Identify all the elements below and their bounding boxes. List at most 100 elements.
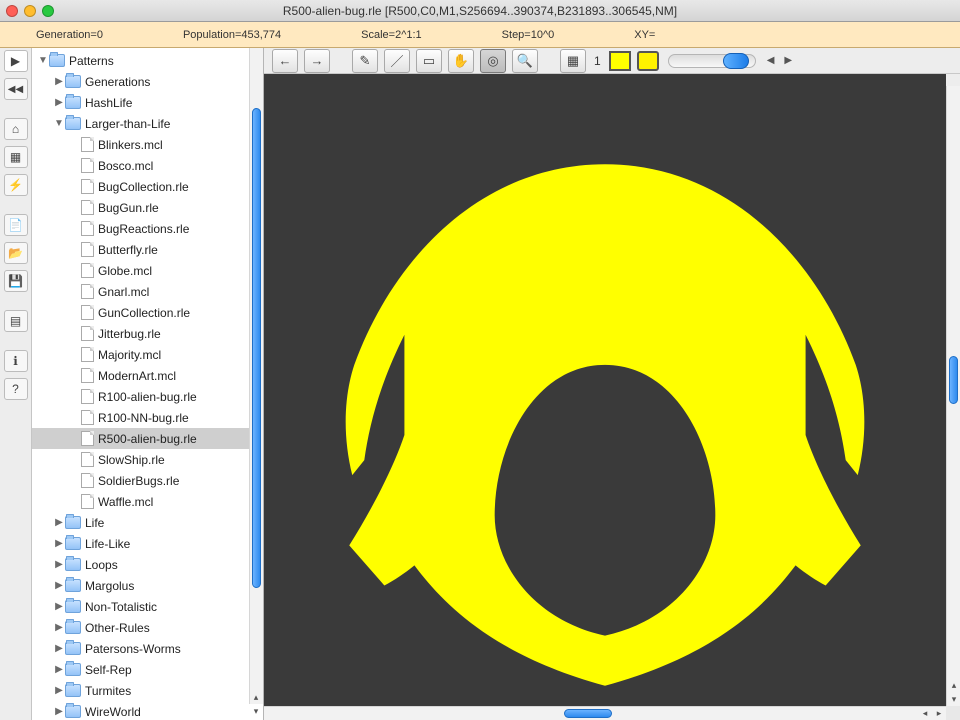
disclosure-icon[interactable]: ▶ [54, 517, 64, 528]
tree-folder[interactable]: ▼ Patterns [32, 50, 263, 71]
tree-file[interactable]: GunCollection.rle [32, 302, 263, 323]
tree-file[interactable]: SoldierBugs.rle [32, 470, 263, 491]
tree-file[interactable]: BugReactions.rle [32, 218, 263, 239]
tree-item-label: Butterfly.rle [98, 243, 158, 257]
pencil-tool-button[interactable]: ✎ [352, 49, 378, 73]
scroll-down-icon[interactable]: ▾ [249, 704, 263, 718]
canvas-vscroll-thumb[interactable] [949, 356, 958, 404]
tree-folder[interactable]: ▶Self-Rep [32, 659, 263, 680]
grid-button[interactable]: ▦ [4, 146, 28, 168]
canvas-scroll-left-icon[interactable]: ◂ [918, 706, 932, 720]
tree-file[interactable]: Butterfly.rle [32, 239, 263, 260]
file-icon [81, 200, 94, 215]
canvas-scroll-up-icon[interactable]: ▴ [947, 678, 960, 692]
disclosure-icon[interactable]: ▼ [38, 55, 48, 66]
tree-folder[interactable]: ▶Turmites [32, 680, 263, 701]
tree-file[interactable]: SlowShip.rle [32, 449, 263, 470]
canvas-scroll-down-icon[interactable]: ▾ [947, 692, 960, 706]
tree-folder[interactable]: ▶Generations [32, 71, 263, 92]
tree-file[interactable]: BugGun.rle [32, 197, 263, 218]
disclosure-icon[interactable]: ▼ [54, 118, 64, 129]
tree-folder[interactable]: ▶Life-Like [32, 533, 263, 554]
canvas-vscrollbar[interactable]: ▴ ▾ [946, 86, 960, 706]
pattern-canvas[interactable] [264, 74, 946, 706]
info-button[interactable]: ℹ [4, 350, 28, 372]
color-swatch-primary[interactable] [609, 51, 631, 71]
zoom-in-button[interactable]: 🔍 [512, 49, 538, 73]
tree-folder[interactable]: ▶Other-Rules [32, 617, 263, 638]
disclosure-icon[interactable]: ▶ [54, 559, 64, 570]
slider-right-icon[interactable]: ▶ [782, 55, 794, 66]
tree-item-label: Bosco.mcl [98, 159, 153, 173]
tree-folder[interactable]: ▶Margolus [32, 575, 263, 596]
speed-slider[interactable] [668, 54, 756, 68]
tree-item-label: R500-alien-bug.rle [98, 432, 197, 446]
line-tool-button[interactable]: ／ [384, 49, 410, 73]
tree-folder[interactable]: ▶HashLife [32, 92, 263, 113]
forward-button[interactable]: → [304, 49, 330, 73]
tree-file[interactable]: R100-NN-bug.rle [32, 407, 263, 428]
file-icon [81, 473, 94, 488]
tree-folder[interactable]: ▶Non-Totalistic [32, 596, 263, 617]
tree-file[interactable]: Waffle.mcl [32, 491, 263, 512]
canvas-hscroll-thumb[interactable] [564, 709, 612, 718]
back-button[interactable]: ← [272, 49, 298, 73]
scroll-up-icon[interactable]: ▴ [249, 690, 263, 704]
slider-knob[interactable] [723, 53, 749, 69]
tree-folder[interactable]: ▶ Loops [32, 554, 263, 575]
layers-button[interactable]: ▦ [560, 49, 586, 73]
tree-item-label: BugGun.rle [98, 201, 159, 215]
hand-tool-button[interactable]: ✋ [448, 49, 474, 73]
layer-number-label: 1 [594, 54, 601, 68]
tree-file[interactable]: Bosco.mcl [32, 155, 263, 176]
tree-folder[interactable]: ▶Patersons-Worms [32, 638, 263, 659]
zoom-tool-button[interactable]: ◎ [480, 49, 506, 73]
disclosure-icon[interactable]: ▶ [54, 643, 64, 654]
play-button[interactable]: ▶ [4, 50, 28, 72]
tree-file[interactable]: Jitterbug.rle [32, 323, 263, 344]
tree-file[interactable]: R100-alien-bug.rle [32, 386, 263, 407]
canvas-scroll-right-icon[interactable]: ▸ [932, 706, 946, 720]
disclosure-icon[interactable]: ▶ [54, 664, 64, 675]
tree-file[interactable]: ModernArt.mcl [32, 365, 263, 386]
rewind-button[interactable]: ◀◀ [4, 78, 28, 100]
sidebar-vscrollbar[interactable] [249, 48, 263, 704]
sidebar-scroll-thumb[interactable] [252, 108, 261, 588]
folder-icon [65, 75, 81, 88]
disclosure-icon[interactable]: ▶ [54, 601, 64, 612]
tree-file[interactable]: Blinkers.mcl [32, 134, 263, 155]
tree-file[interactable]: Gnarl.mcl [32, 281, 263, 302]
disclosure-icon[interactable]: ▶ [54, 580, 64, 591]
tree-folder[interactable]: ▼Larger-than-Life [32, 113, 263, 134]
open-button[interactable]: 📂 [4, 242, 28, 264]
flash-button[interactable]: ⚡ [4, 174, 28, 196]
disclosure-icon[interactable]: ▶ [54, 706, 64, 717]
library-button[interactable]: ▤ [4, 310, 28, 332]
tree-file[interactable]: Globe.mcl [32, 260, 263, 281]
slider-left-icon[interactable]: ◀ [765, 55, 777, 66]
canvas-hscrollbar[interactable]: ◂ ▸ [264, 706, 946, 720]
tree-folder[interactable]: ▶WireWorld [32, 701, 263, 720]
folder-icon [65, 537, 81, 550]
disclosure-icon[interactable]: ▶ [54, 685, 64, 696]
status-bar: Generation=0 Population=453,774 Scale=2^… [0, 22, 960, 48]
new-file-button[interactable]: 📄 [4, 214, 28, 236]
home-button[interactable]: ⌂ [4, 118, 28, 140]
folder-icon [65, 117, 81, 130]
pattern-tree-sidebar: ▼ Patterns ▶Generations▶HashLife▼Larger-th… [32, 48, 264, 720]
select-tool-button[interactable]: ▭ [416, 49, 442, 73]
tree-folder[interactable]: ▶Life [32, 512, 263, 533]
color-swatch-secondary[interactable] [637, 51, 659, 71]
disclosure-icon[interactable]: ▶ [54, 76, 64, 87]
help-button[interactable]: ? [4, 378, 28, 400]
tree-item-label: Waffle.mcl [98, 495, 153, 509]
disclosure-icon[interactable]: ▶ [54, 97, 64, 108]
save-button[interactable]: 💾 [4, 270, 28, 292]
tree-file[interactable]: BugCollection.rle [32, 176, 263, 197]
tree-file[interactable]: R500-alien-bug.rle [32, 428, 263, 449]
disclosure-icon[interactable]: ▶ [54, 538, 64, 549]
disclosure-icon[interactable]: ▶ [54, 622, 64, 633]
tree-item-label: Patterns [69, 54, 114, 68]
tree-file[interactable]: Majority.mcl [32, 344, 263, 365]
tree-item-label: Loops [85, 558, 118, 572]
